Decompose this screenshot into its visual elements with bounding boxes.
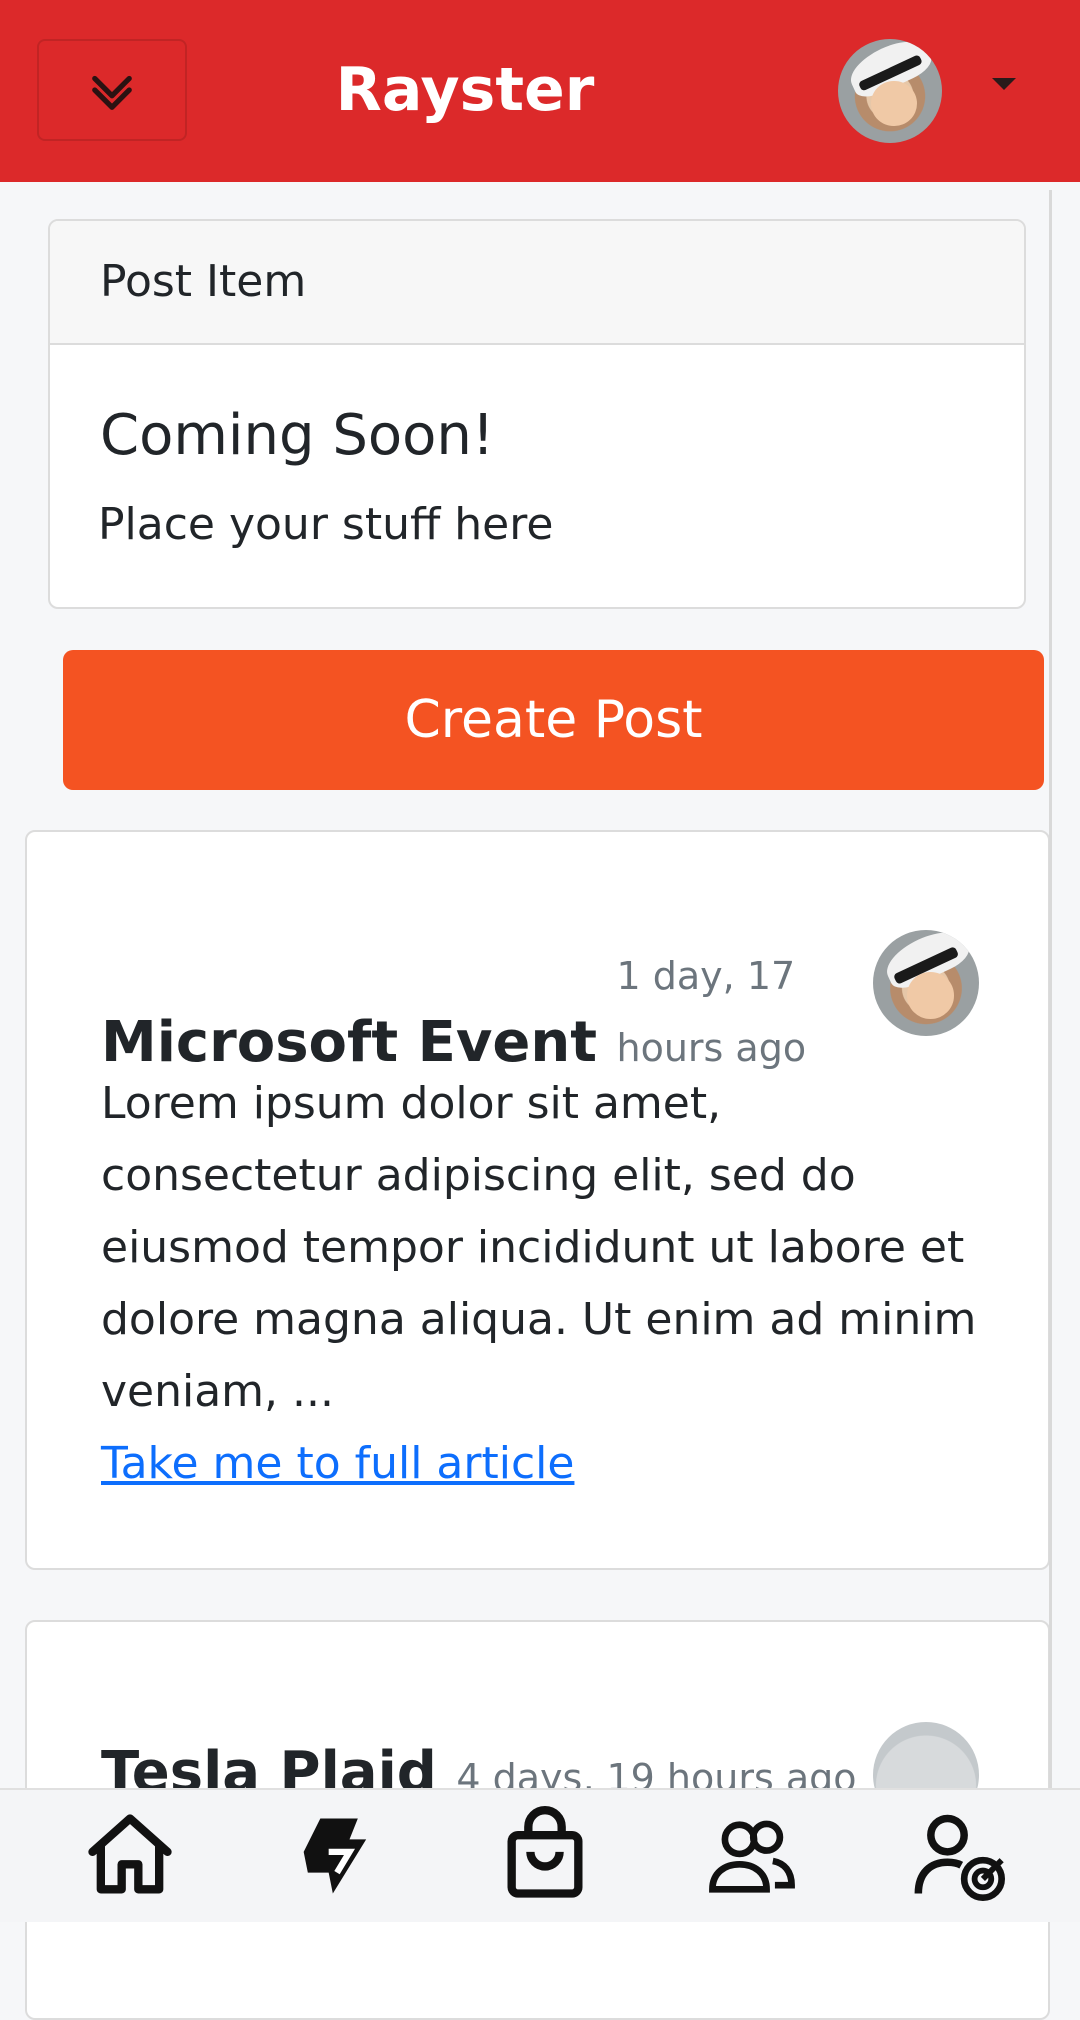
nav-profile-target[interactable] — [910, 1806, 1010, 1906]
app-logo-icon — [303, 1818, 367, 1894]
scrollbar[interactable] — [1049, 190, 1052, 1790]
nav-people[interactable] — [702, 1806, 802, 1906]
shop-bag-icon — [507, 1806, 583, 1898]
home-icon — [88, 1814, 172, 1894]
coming-soon-title: Coming Soon! — [100, 403, 495, 468]
placeholder-text: Place your stuff here — [98, 499, 554, 550]
user-target-icon — [914, 1814, 1005, 1901]
author-avatar[interactable] — [873, 930, 979, 1036]
top-header: Rayster — [0, 0, 1080, 182]
people-icon — [709, 1820, 795, 1893]
create-post-button[interactable]: Create Post — [63, 650, 1044, 790]
post-item-header: Post Item — [50, 221, 1024, 345]
bottom-nav — [0, 1788, 1080, 1922]
article-time: 1 day, 17 hours ago — [616, 954, 807, 1070]
brand-title[interactable]: Rayster — [0, 50, 930, 130]
profile-avatar[interactable] — [838, 39, 942, 143]
article-excerpt: Lorem ipsum dolor sit amet, consectetur … — [101, 1078, 977, 1417]
caret-down-icon[interactable] — [992, 78, 1016, 90]
full-article-link[interactable]: Take me to full article — [101, 1432, 574, 1496]
article-title-line: Microsoft Event 1 day, 17 hours ago — [101, 940, 861, 1084]
nav-home[interactable] — [80, 1806, 180, 1906]
article-card: Microsoft Event 1 day, 17 hours ago Lore… — [25, 830, 1050, 1570]
nav-shop[interactable] — [495, 1806, 595, 1906]
article-title: Microsoft Event — [101, 1010, 598, 1075]
nav-app[interactable] — [287, 1806, 387, 1906]
